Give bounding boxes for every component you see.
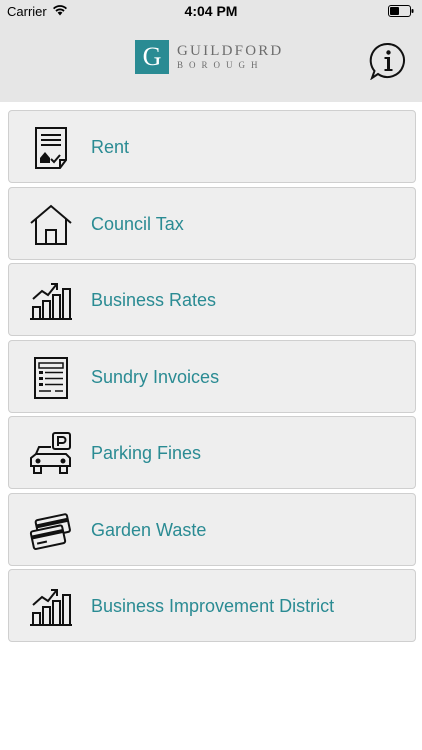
payment-menu: Rent Council Tax Business Rates Sundry I… bbox=[8, 110, 416, 646]
cards-icon bbox=[29, 512, 71, 550]
info-button[interactable] bbox=[369, 42, 407, 81]
logo-mark: G bbox=[135, 40, 169, 74]
logo-line2: BOROUGH bbox=[177, 60, 264, 70]
menu-item-label: Business Rates bbox=[91, 290, 217, 310]
menu-item-label: Garden Waste bbox=[91, 519, 207, 540]
status-bar: Carrier 4:04 PM bbox=[0, 0, 422, 22]
parking-car-icon bbox=[30, 432, 71, 474]
invoice-icon bbox=[34, 356, 68, 399]
logo-text: GUILDFORD BOROUGH bbox=[177, 43, 283, 71]
app-header: G GUILDFORD BOROUGH bbox=[0, 22, 422, 102]
menu-item-parking-fines[interactable]: Parking Fines bbox=[8, 416, 416, 489]
bar-chart-icon bbox=[30, 283, 72, 320]
info-icon bbox=[369, 42, 405, 81]
guildford-logo: G GUILDFORD BOROUGH bbox=[135, 40, 283, 74]
menu-item-label: Sundry Invoices bbox=[91, 366, 220, 387]
house-icon bbox=[30, 204, 72, 245]
logo-line1: GUILDFORD bbox=[177, 43, 284, 59]
bar-chart-icon bbox=[30, 589, 72, 626]
battery-icon bbox=[388, 5, 414, 20]
menu-item-rent[interactable]: Rent bbox=[8, 110, 416, 183]
menu-item-sundry-invoices[interactable]: Sundry Invoices bbox=[8, 339, 416, 413]
menu-item-label: Council Tax bbox=[91, 213, 184, 234]
menu-item-business-rates[interactable]: Business Rates bbox=[8, 263, 416, 336]
menu-item-label: Business Improvement District bbox=[91, 596, 335, 616]
rent-document-icon bbox=[35, 127, 67, 169]
menu-item-business-improvement-district[interactable]: Business Improvement District bbox=[8, 569, 416, 642]
menu-item-label: Parking Fines bbox=[91, 443, 202, 463]
status-time: 4:04 PM bbox=[184, 3, 238, 19]
menu-item-garden-waste[interactable]: Garden Waste bbox=[8, 492, 416, 566]
menu-item-label: Rent bbox=[91, 137, 130, 157]
menu-item-council-tax[interactable]: Council Tax bbox=[8, 186, 416, 260]
